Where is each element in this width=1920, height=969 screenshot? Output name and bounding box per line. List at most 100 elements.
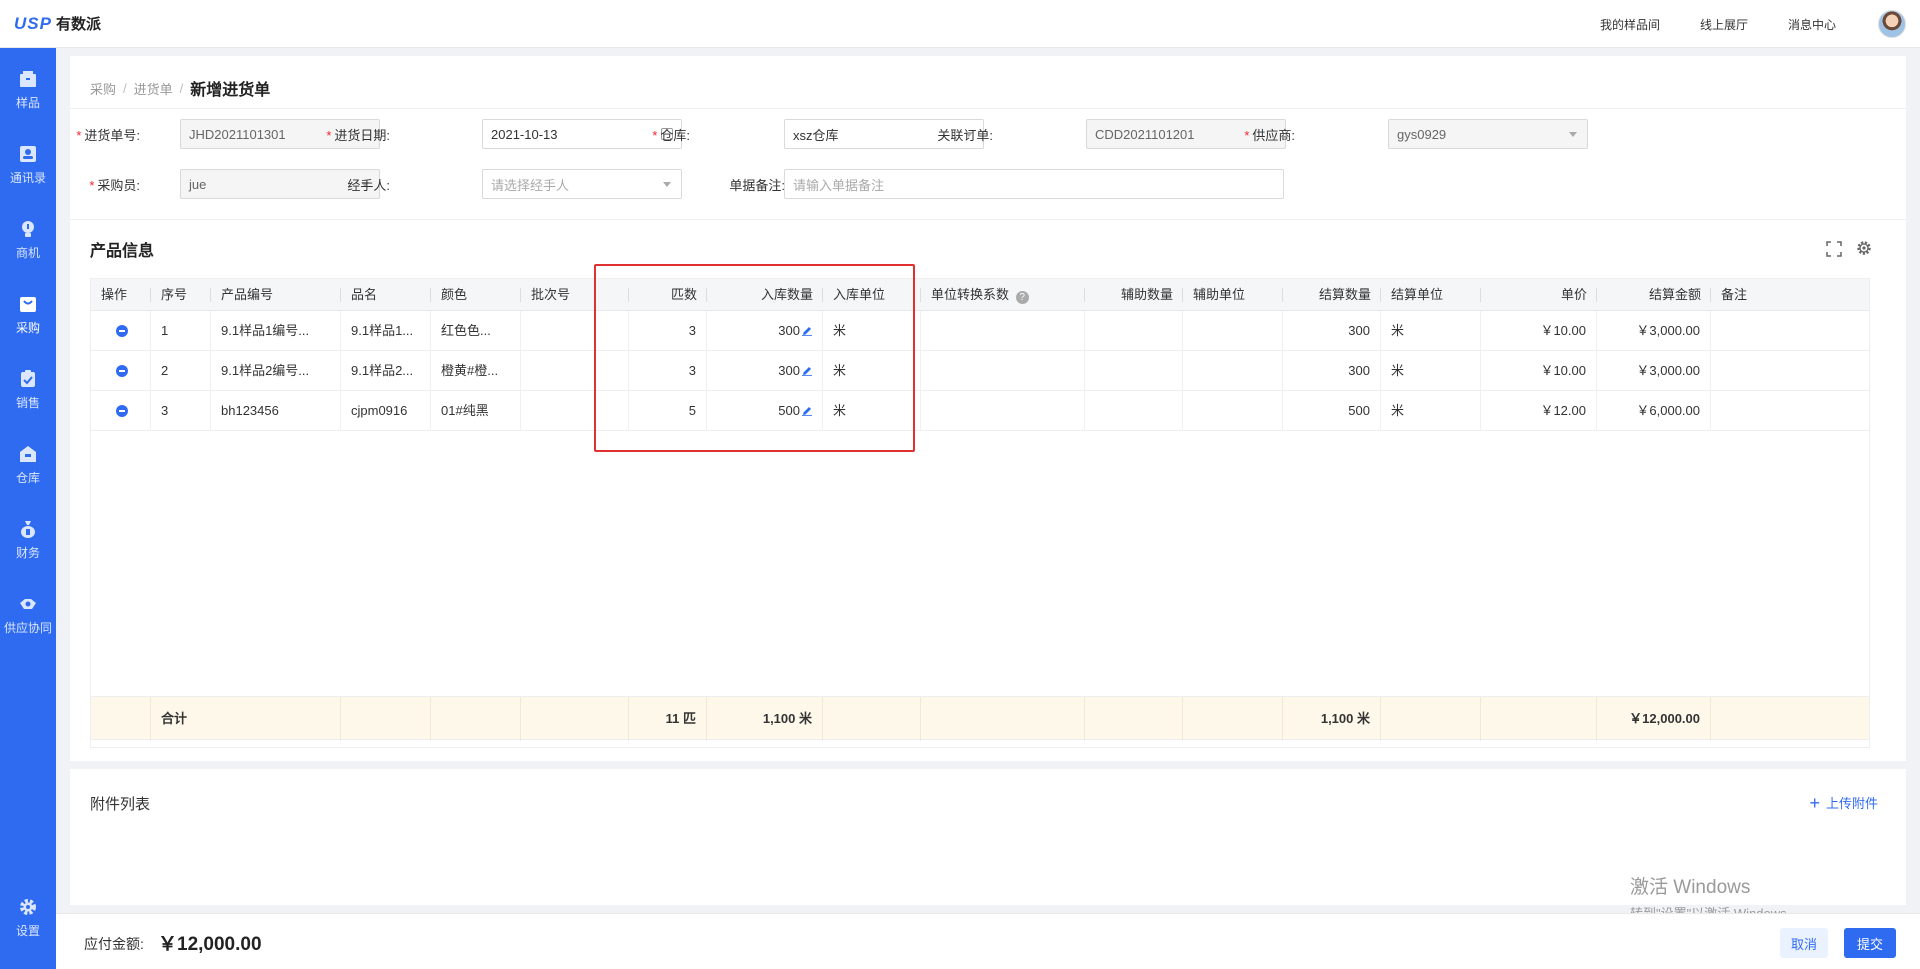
lightbulb-icon (18, 220, 38, 238)
sidebar-item-warehouse[interactable]: 仓库 (0, 435, 56, 495)
breadcrumb-purchase-orders[interactable]: 进货单 (134, 79, 173, 98)
total-amount: ￥12,000.00 (1597, 697, 1711, 741)
supplier-label: 供应商: (1252, 127, 1295, 143)
total-cell-empty (1381, 697, 1481, 741)
cell-action (91, 311, 151, 351)
amount-due-value: ￥12,000.00 (158, 934, 262, 955)
cancel-button[interactable]: 取消 (1780, 928, 1828, 958)
cell-price: ￥10.00 (1481, 311, 1597, 351)
warehouse-icon (18, 445, 38, 463)
box-icon (18, 70, 38, 88)
col-header-product-code: 产品编号 (221, 287, 274, 302)
sidebar-item-label: 设置 (15, 923, 40, 938)
cell-name: 9.1样品2... (341, 351, 431, 391)
product-section-title: 产品信息 (90, 243, 155, 260)
cell-amount: ￥3,000.00 (1597, 351, 1711, 391)
sidebar-item-purchase[interactable]: 采购 (0, 285, 56, 345)
sidebar-item-finance[interactable]: 财务 (0, 510, 56, 570)
cart-icon (18, 295, 38, 313)
upload-attachment-label: 上传附件 (1825, 796, 1878, 811)
col-header-amount: 结算金额 (1648, 287, 1701, 302)
sidebar-item-label: 商机 (15, 245, 40, 260)
sidebar-item-supply-collab[interactable]: 供应协同 (0, 585, 56, 645)
cell-product-code: 9.1样品1编号... (211, 311, 341, 351)
cell-note[interactable] (1711, 311, 1869, 351)
table-row: 1 9.1样品1编号... 9.1样品1... 红色色... 3 300 米 3… (91, 311, 1869, 351)
cell-note[interactable] (1711, 391, 1869, 431)
cell-product-code: 9.1样品2编号... (211, 351, 341, 391)
remark-input[interactable]: 请输入单据备注 (784, 169, 1284, 199)
cell-factor (921, 391, 1085, 431)
sidebar-item-contacts[interactable]: 通讯录 (0, 135, 56, 195)
breadcrumb-purchase[interactable]: 采购 (90, 79, 116, 98)
col-header-aux-unit: 辅助单位 (1193, 287, 1246, 302)
col-header-action: 操作 (101, 287, 128, 302)
sidebar-item-label: 销售 (15, 395, 40, 410)
table-row: 2 9.1样品2编号... 9.1样品2... 橙黄#橙... 3 300 米 … (91, 351, 1869, 391)
cell-name: cjpm0916 (341, 391, 431, 431)
divider (70, 108, 1906, 109)
col-header-note: 备注 (1721, 287, 1748, 302)
cell-color: 红色色... (431, 311, 521, 351)
total-cell-empty (1481, 697, 1597, 741)
supplier-select[interactable]: gys0929 (1388, 119, 1588, 149)
col-header-factor: 单位转换系数 ? (921, 279, 1085, 311)
breadcrumb-separator: / (179, 80, 184, 96)
highlight-box (594, 264, 915, 452)
sidebar-item-label: 采购 (15, 320, 40, 335)
top-link-message-center[interactable]: 消息中心 (1788, 16, 1836, 33)
cell-color: 01#纯黑 (431, 391, 521, 431)
col-header-name: 品名 (351, 287, 378, 302)
cell-action (91, 351, 151, 391)
upload-attachment-button[interactable]: + 上传附件 (1809, 793, 1878, 812)
total-cell-empty (521, 697, 629, 741)
total-qty: 1,100 米 (707, 697, 823, 741)
cell-product-code: bh123456 (211, 391, 341, 431)
table-total-row: 合计 11 匹 1,100 米 1,100 米 ￥12,000.00 (91, 696, 1869, 741)
top-bar: USP 有数派 我的样品间 线上展厅 消息中心 (0, 0, 1920, 48)
remove-row-icon[interactable] (116, 405, 128, 417)
cell-aux-unit (1183, 351, 1283, 391)
breadcrumb-separator: / (123, 80, 127, 96)
sidebar-item-sales[interactable]: 销售 (0, 360, 56, 420)
remark-placeholder: 请输入单据备注 (793, 177, 885, 193)
cell-aux-qty (1085, 391, 1183, 431)
watermark-line1: 激活 Windows (1630, 877, 1751, 898)
help-icon[interactable]: ? (1015, 291, 1029, 304)
total-cell-empty (91, 697, 151, 741)
top-link-sample-room[interactable]: 我的样品间 (1600, 16, 1660, 33)
submit-button[interactable]: 提交 (1844, 928, 1896, 958)
total-cell-empty (823, 697, 921, 741)
breadcrumb: 采购 / 进货单 / 新增进货单 (90, 76, 270, 100)
remove-row-icon[interactable] (116, 325, 128, 337)
cell-settle-unit: 米 (1381, 391, 1481, 431)
sidebar-item-samples[interactable]: 样品 (0, 60, 56, 120)
gear-icon[interactable] (1856, 240, 1872, 256)
chevron-down-icon (1569, 132, 1577, 137)
fullscreen-icon[interactable] (1826, 241, 1842, 257)
total-cell-empty (211, 697, 341, 741)
cell-aux-qty (1085, 351, 1183, 391)
sidebar-item-opportunities[interactable]: 商机 (0, 210, 56, 270)
total-pieces: 11 匹 (629, 697, 707, 741)
cell-seq: 2 (151, 351, 211, 391)
supplier-value: gys0929 (1397, 126, 1447, 142)
logo-name: 有数派 (55, 16, 101, 33)
col-header-aux-qty: 辅助数量 (1120, 287, 1173, 302)
cell-note[interactable] (1711, 351, 1869, 391)
product-table: 操作 序号 产品编号 品名 颜色 批次号 匹数 入库数量 入库单位 单位转换系数… (90, 278, 1870, 748)
plus-icon: + (1809, 792, 1820, 813)
remove-row-icon[interactable] (116, 365, 128, 377)
sidebar-item-settings[interactable]: 设置 (0, 888, 56, 948)
cell-settle-qty: 300 (1283, 351, 1381, 391)
cell-amount: ￥3,000.00 (1597, 311, 1711, 351)
sidebar: 样品 通讯录 商机 采购 销售 仓库 财务 供应协同 设置 (0, 48, 56, 969)
sidebar-item-label: 样品 (15, 95, 40, 110)
avatar[interactable] (1878, 10, 1906, 38)
attachments-title: 附件列表 (90, 796, 151, 813)
top-link-online-showroom[interactable]: 线上展厅 (1700, 16, 1748, 33)
logo[interactable]: USP 有数派 (0, 0, 101, 48)
cell-settle-qty: 300 (1283, 311, 1381, 351)
cell-settle-unit: 米 (1381, 311, 1481, 351)
total-cell-empty (341, 697, 431, 741)
